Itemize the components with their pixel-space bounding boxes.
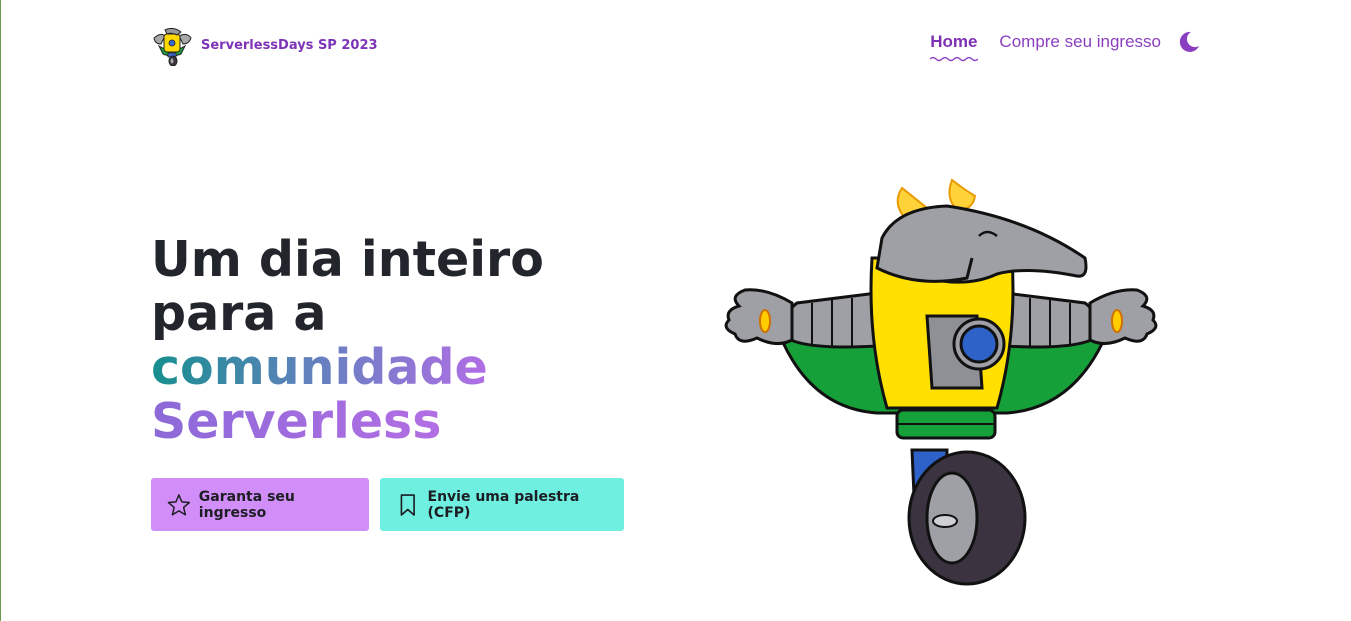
brand-link[interactable]: ServerlessDays SP 2023: [151, 24, 378, 66]
submit-talk-label: Envie uma palestra (CFP): [427, 488, 580, 521]
page: ServerlessDays SP 2023 Home Compre seu i…: [0, 0, 1351, 621]
hero-title-line-4: Serverless: [151, 393, 442, 450]
tamandua-robot-mascot: [724, 178, 1158, 586]
nav-home-link[interactable]: Home: [930, 32, 979, 62]
site-header: ServerlessDays SP 2023 Home Compre seu i…: [151, 22, 1201, 68]
nav-home-label: Home: [930, 32, 978, 51]
nav-buy-ticket-link[interactable]: Compre seu ingresso: [999, 32, 1161, 52]
brand-name: ServerlessDays SP 2023: [201, 37, 378, 53]
cta-buttons: Garanta seu ingresso Envie uma palestra …: [151, 478, 624, 531]
active-underline-squiggle: [930, 56, 979, 62]
hero-title-line-1: Um dia inteiro: [151, 231, 544, 288]
moon-icon[interactable]: [1177, 30, 1201, 54]
bookmark-icon: [400, 493, 415, 516]
hero-title-line-2: para a: [151, 285, 327, 342]
star-icon: [167, 493, 191, 516]
nav-buy-ticket-label: Compre seu ingresso: [999, 32, 1161, 51]
main-nav: Home Compre seu ingresso: [908, 30, 1201, 62]
buy-ticket-button[interactable]: Garanta seu ingresso: [151, 478, 369, 531]
hero-title: Um dia inteiro para a comunidade Serverl…: [151, 233, 544, 449]
submit-talk-button[interactable]: Envie uma palestra (CFP): [380, 478, 624, 531]
tamandua-robot-logo-icon: [153, 27, 192, 66]
hero-title-line-3: comunidade: [151, 339, 488, 396]
buy-ticket-label: Garanta seu ingresso: [198, 488, 295, 521]
